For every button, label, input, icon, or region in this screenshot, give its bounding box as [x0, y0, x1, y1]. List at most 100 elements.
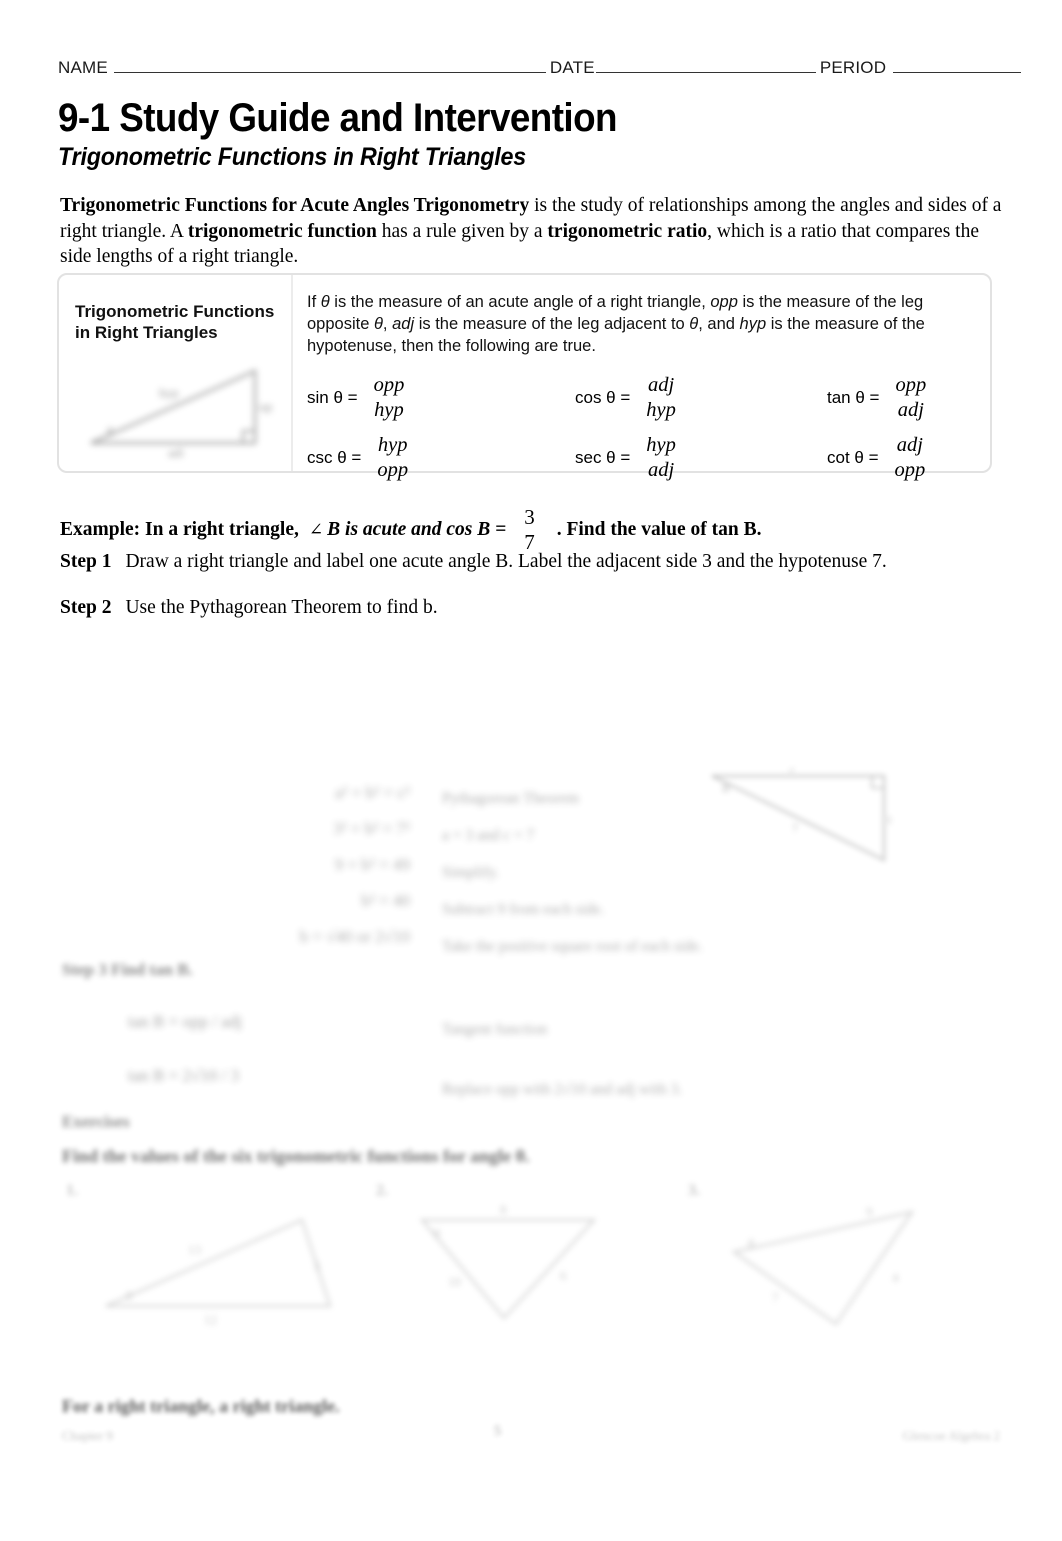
footer-publisher: Glencoe Algebra 2 [902, 1428, 1000, 1443]
intro-part-2: has a rule given by a [376, 220, 548, 242]
svg-text:7: 7 [792, 821, 798, 835]
example-lead: Example: [60, 519, 141, 540]
ratio-csc: csc θ = hyp opp [307, 431, 575, 485]
ratio-cos-label: cos θ = [575, 388, 631, 407]
ratio-sec-numerator: hyp [646, 434, 676, 456]
blurred-work-equations: a² + b² = c² 3² + b² = 7² 9 + b² = 49 b²… [120, 775, 410, 960]
ratio-tan-denominator: adj [897, 399, 924, 421]
ratio-cot-fraction: adj opp [895, 433, 926, 483]
blurred-equation2-1: tan B = opp / adj [128, 1012, 242, 1031]
ratio-sin: sin θ = opp hyp [307, 371, 575, 425]
ratio-sin-denominator: hyp [374, 399, 404, 421]
theta-symbol-3: θ [689, 315, 699, 333]
footer-page-number: 5 [494, 1424, 501, 1439]
svg-text:adj: adj [168, 445, 184, 457]
svg-text:7: 7 [772, 1290, 779, 1305]
worksheet-page: NAME DATE PERIOD 9-1 Study Guide and Int… [0, 0, 1062, 1541]
concept-box-title: Trigonometric Functions in Right Triangl… [75, 301, 281, 343]
adj-term-1: adj [392, 315, 415, 333]
example-fraction: 3 7 [524, 505, 535, 555]
period-blank-rule[interactable] [893, 60, 1022, 73]
example-text-before: In a right triangle, [145, 519, 299, 540]
desc-p6: , and [698, 315, 740, 333]
ratio-cos: cos θ = adj hyp [575, 371, 827, 425]
blurred-equation2-2: tan B = 2√10 / 3 [128, 1066, 239, 1085]
example-text-after: . Find the value of tan B. [556, 519, 762, 540]
svg-text:8: 8 [500, 1202, 507, 1217]
ratio-csc-denominator: opp [377, 459, 409, 481]
opp-term-1: opp [710, 293, 738, 311]
theta-symbol-2: θ [373, 315, 383, 333]
svg-text:b: b [888, 813, 891, 827]
date-blank-rule[interactable] [595, 60, 816, 73]
ratio-tan-label: tan θ = [827, 388, 880, 407]
intro-bold-1: trigonometric function [187, 220, 377, 242]
ratio-csc-label: csc θ = [307, 448, 362, 467]
svg-text:4: 4 [892, 1270, 899, 1285]
svg-text:opp: opp [259, 399, 273, 414]
exercise-number-3: 3. [688, 1182, 700, 1199]
ratio-sec-label: sec θ = [575, 448, 631, 467]
blurred-step-3-label: Step 3 Find tan B. [62, 960, 193, 979]
step-2-text: Use the Pythagorean Theorem to find b. [125, 597, 438, 618]
ratio-cot-label: cot θ = [827, 448, 879, 467]
blurred-exercises-directions: Find the values of the six trigonometric… [62, 1146, 530, 1166]
date-label: DATE [549, 58, 595, 77]
example-text-mid: B is acute and cos B = [327, 519, 507, 540]
blurred-note2-2: Replace opp with 2√10 and adj with 3. [442, 1081, 683, 1098]
footer-chapter: Chapter 9 [62, 1428, 113, 1443]
blurred-work-equations-2: tan B = opp / adj tan B = 2√10 / 3 [128, 995, 248, 1095]
trig-ratio-grid: sin θ = opp hyp cos θ = adj hyp tan θ = [307, 371, 976, 485]
exercise-number-2: 2. [376, 1182, 388, 1199]
svg-text:θ: θ [434, 1226, 440, 1241]
concept-box-content-cell: If θ is the measure of an acute angle of… [293, 275, 990, 481]
concept-box-label-cell: Trigonometric Functions in Right Triangl… [59, 275, 293, 471]
exercise-number-1: 1. [66, 1182, 78, 1199]
right-triangle-diagram: θ adj opp hyp [90, 369, 273, 457]
ratio-tan-fraction: opp adj [895, 373, 926, 423]
svg-text:10: 10 [448, 1274, 461, 1289]
blurred-example-triangle: B 3 7 b [711, 768, 891, 862]
svg-text:θ: θ [748, 1236, 754, 1251]
page-title: 9-1 Study Guide and Intervention [58, 96, 617, 140]
ratio-sec-denominator: adj [648, 459, 675, 481]
ratio-sin-numerator: opp [373, 374, 405, 396]
desc-p2: is the measure of an acute angle of a ri… [329, 293, 711, 311]
theta-symbol-1: θ [320, 293, 330, 311]
svg-text:9: 9 [866, 1204, 873, 1219]
ratio-sin-fraction: opp hyp [374, 373, 405, 423]
svg-text:B: B [722, 781, 730, 795]
ratio-cot: cot θ = adj opp [827, 431, 976, 485]
intro-lead-bold: Trigonometric Functions for Acute Angles… [60, 195, 530, 216]
blurred-equation-4: b² = 40 [361, 891, 410, 910]
step-1-text: Draw a right triangle and label one acut… [125, 551, 887, 572]
blurred-equation-2: 3² + b² = 7² [333, 819, 410, 838]
blurred-note-4: Subtract 9 from each side. [442, 901, 605, 918]
svg-text:θ: θ [107, 424, 113, 439]
ratio-csc-fraction: hyp opp [377, 433, 408, 483]
step-1: Step 1 Draw a right triangle and label on… [60, 551, 887, 573]
hyp-term-1: hyp [739, 315, 767, 333]
blurred-equation-5: b = √40 or 2√10 [299, 927, 410, 946]
ratio-tan: tan θ = opp adj [827, 371, 976, 425]
intro-paragraph: Trigonometric Functions for Acute Angles… [60, 193, 1002, 270]
step-1-label: Step 1 [60, 551, 112, 572]
concept-summary-box: Trigonometric Functions in Right Triangl… [57, 273, 992, 481]
blurred-exercises-label: Exercises [62, 1112, 130, 1131]
blurred-answer-line: For a right triangle, a right triangle. [62, 1396, 340, 1416]
ratio-cos-denominator: hyp [646, 399, 676, 421]
ratio-cos-numerator: adj [648, 374, 675, 396]
svg-text:12: 12 [204, 1312, 217, 1327]
name-label: NAME [58, 58, 108, 77]
svg-text:13: 13 [188, 1242, 201, 1257]
example-statement: Example: In a right triangle, ∠ B is acu… [60, 505, 761, 555]
ratio-tan-numerator: opp [895, 374, 927, 396]
name-blank-rule[interactable] [113, 60, 546, 73]
page-subtitle: Trigonometric Functions in Right Triangl… [58, 143, 526, 171]
exercise-triangle-3: θ 9 4 7 [731, 1204, 915, 1326]
desc-p5: is the measure of the leg adjacent to [414, 315, 690, 333]
ratio-sec: sec θ = hyp adj [575, 431, 827, 485]
angle-symbol-icon: ∠ [308, 520, 324, 539]
exercise-triangle-1: θ 12 13 5 [105, 1218, 332, 1327]
svg-text:θ: θ [126, 1288, 132, 1303]
